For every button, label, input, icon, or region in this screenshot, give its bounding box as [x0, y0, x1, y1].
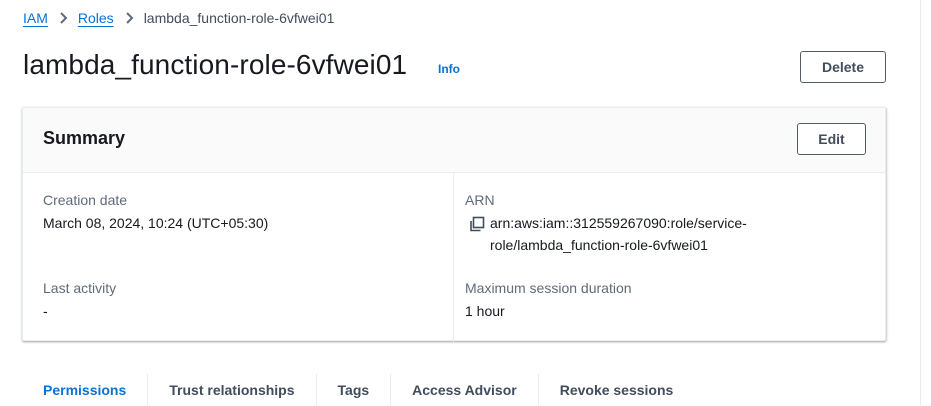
creation-date-value: March 08, 2024, 10:24 (UTC+05:30) — [43, 215, 269, 231]
summary-title: Summary — [43, 128, 126, 148]
page-edge-divider — [920, 0, 921, 405]
tab-revoke-sessions[interactable]: Revoke sessions — [539, 374, 695, 405]
last-activity-value: - — [43, 303, 48, 319]
edit-button[interactable]: Edit — [797, 123, 866, 155]
max-session-label: Maximum session duration — [465, 280, 632, 296]
arn-value-line1: arn:aws:iam::312559267090:role/service- — [490, 215, 747, 231]
arn-value-line2: role/lambda_function-role-6vfwei01 — [490, 237, 708, 253]
arn-label: ARN — [465, 192, 495, 208]
chevron-right-icon — [114, 8, 144, 28]
info-link[interactable]: Info — [438, 62, 460, 76]
max-session-value: 1 hour — [465, 303, 505, 319]
summary-header: Summary — [23, 108, 885, 173]
creation-date-label: Creation date — [43, 192, 128, 208]
copy-icon[interactable] — [469, 216, 485, 232]
breadcrumb-current: lambda_function-role-6vfwei01 — [143, 10, 335, 26]
delete-button[interactable]: Delete — [800, 51, 886, 83]
page-title: lambda_function-role-6vfwei01 — [23, 49, 408, 80]
breadcrumb: IAM Roles lambda_function-role-6vfwei01 — [23, 8, 334, 28]
tab-list: Permissions Trust relationships Tags Acc… — [22, 374, 694, 405]
last-activity-label: Last activity — [43, 280, 117, 296]
tab-access-advisor[interactable]: Access Advisor — [391, 374, 538, 405]
column-divider — [453, 172, 454, 342]
tab-tags[interactable]: Tags — [317, 374, 391, 405]
breadcrumb-iam-link[interactable]: IAM — [23, 10, 48, 26]
tab-permissions[interactable]: Permissions — [22, 374, 147, 405]
tab-trust-relationships[interactable]: Trust relationships — [148, 374, 315, 405]
breadcrumb-roles-link[interactable]: Roles — [78, 10, 114, 26]
summary-card: Summary Creation date March 08, 2024, 10… — [22, 107, 886, 342]
chevron-right-icon — [48, 8, 78, 28]
